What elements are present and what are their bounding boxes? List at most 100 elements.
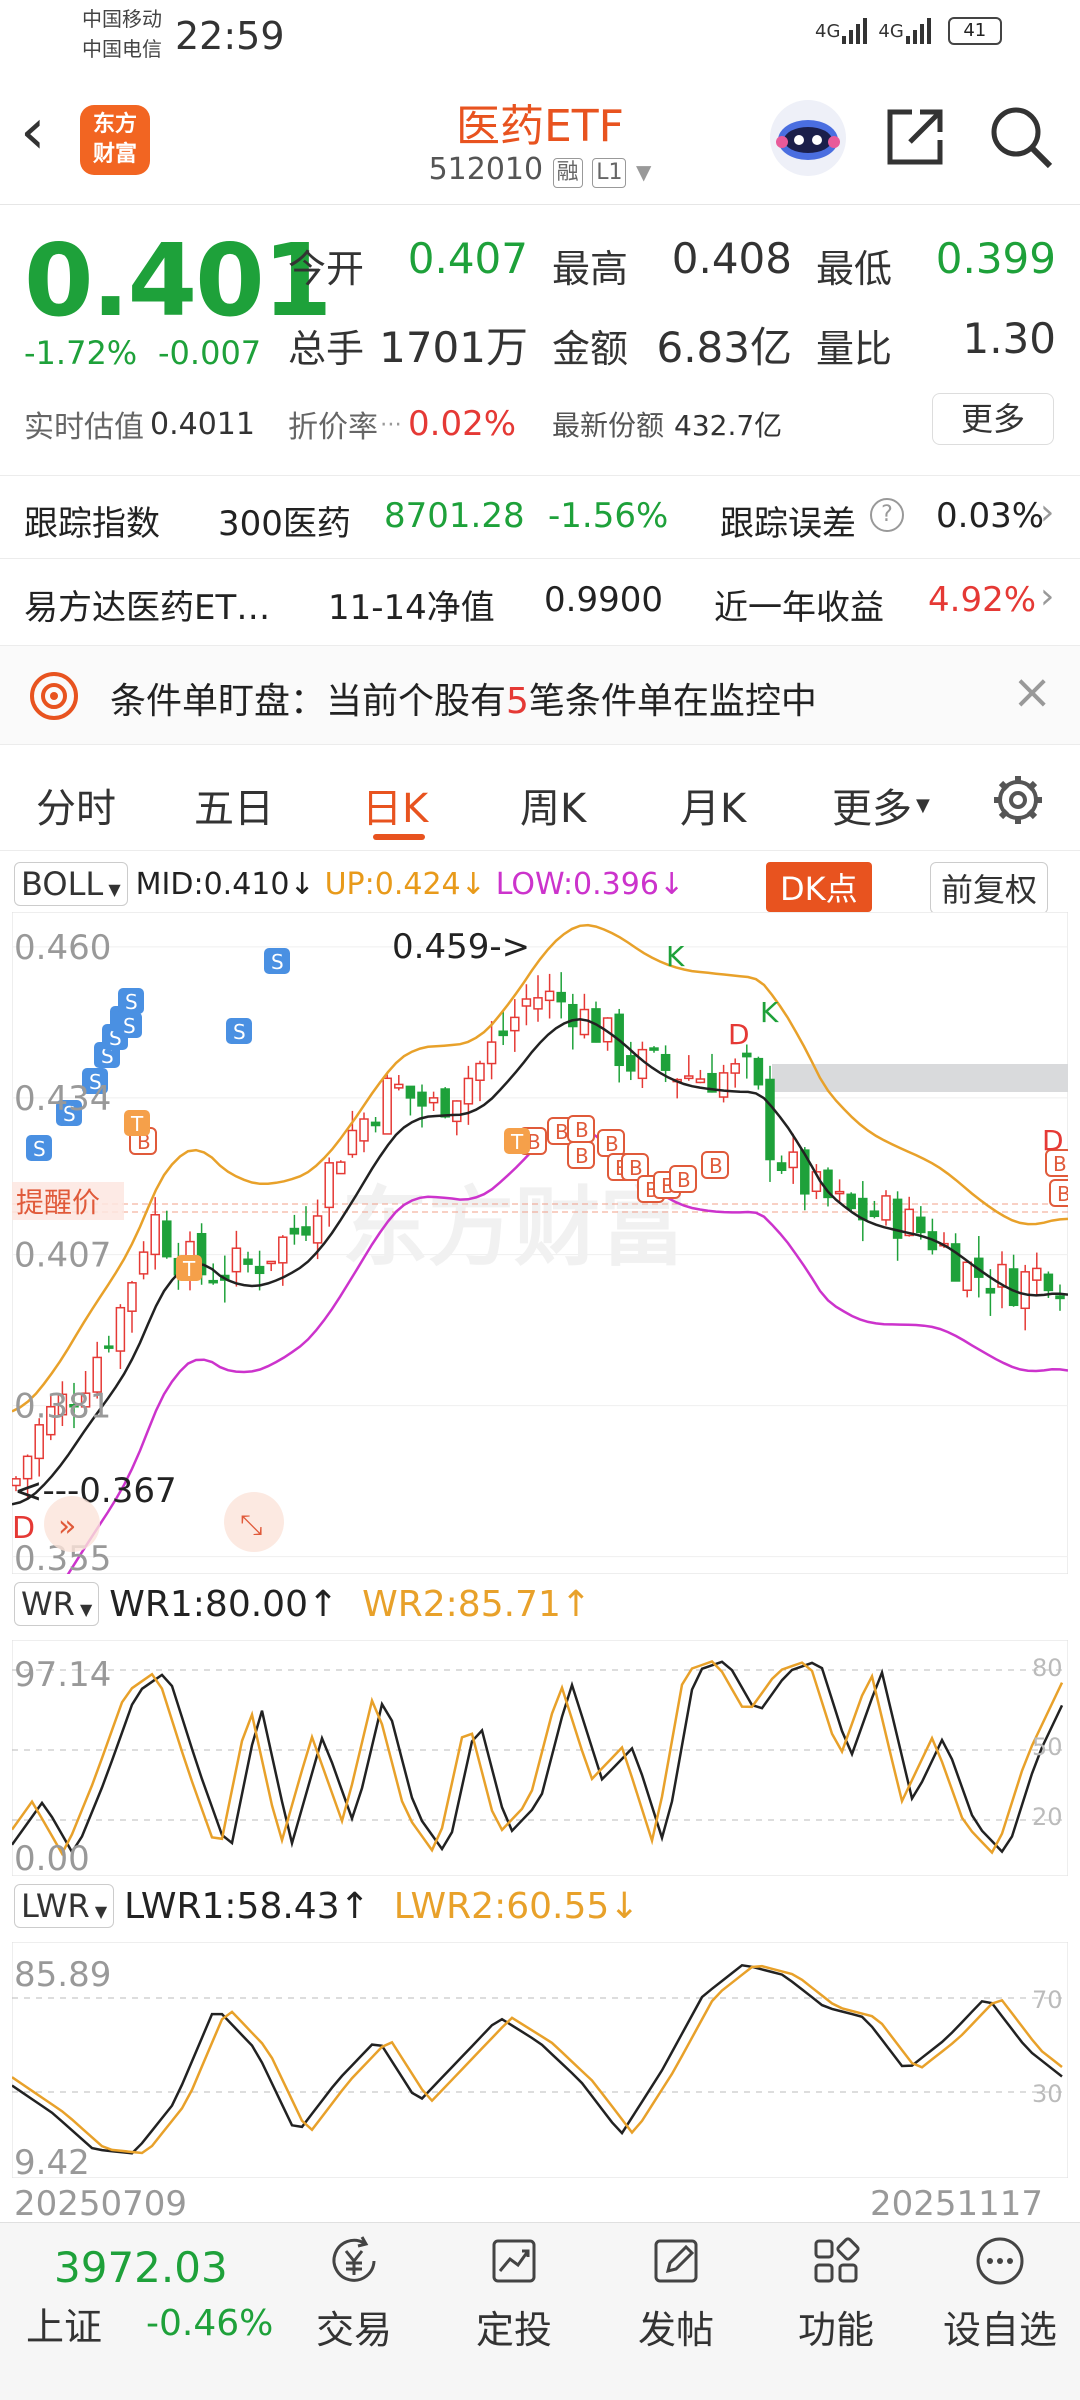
y-axis-label: 0.434 — [14, 1079, 111, 1119]
open-label: 今开 — [288, 247, 365, 291]
adjust-button[interactable]: 前复权 — [930, 862, 1049, 914]
candle-body — [243, 1258, 253, 1265]
take-profit-label: T — [510, 1130, 524, 1154]
date-end: 20251117 — [870, 2184, 1044, 2224]
chevron-right-icon: › — [1040, 576, 1055, 617]
return-label: 近一年收益 — [714, 588, 884, 628]
buy-signal-label: B — [555, 1120, 569, 1144]
network-1: 4G — [815, 20, 841, 42]
lwr-selector[interactable]: LWR ▼ — [14, 1884, 115, 1928]
candle-body — [104, 1345, 114, 1349]
tracking-row[interactable]: 跟踪指数 300医药 8701.28 -1.56% 跟踪误差 ? 0.03% › — [0, 476, 1080, 558]
discount-row[interactable]: 折价率 ⋯ 0.02% — [288, 402, 516, 446]
boll-mid: MID:0.410 — [135, 866, 290, 902]
sell-signal-label: S — [271, 950, 284, 974]
candle-body — [544, 990, 555, 1002]
grid-icon — [814, 2237, 860, 2283]
nav-watchlist-label: 设自选 — [942, 2308, 1057, 2352]
condition-order-banner[interactable]: 条件单盯盘：当前个股有5笔条件单在监控中 × — [0, 645, 1080, 745]
more-dots-icon — [976, 2237, 1024, 2285]
kline-chart[interactable]: 东方财富 SSSSSSSSSSBBBBBBBBBBBBBBTTTKKDD 0.4… — [12, 912, 1068, 1574]
tab-daily-k[interactable]: 日K — [362, 776, 428, 834]
discount-value: 0.02% — [408, 404, 517, 444]
date-start: 20250709 — [14, 2184, 188, 2224]
help-icon[interactable]: ? — [870, 498, 904, 532]
wr-selector[interactable]: WR ▼ — [14, 1582, 100, 1626]
signal-indicators: 4G 4G 41 — [815, 16, 1002, 46]
candle-body — [417, 1091, 427, 1107]
carrier-1: 中国移动 — [82, 7, 162, 31]
share-button[interactable] — [882, 104, 948, 174]
signal-letter: D — [728, 1018, 750, 1051]
candle-body — [834, 1190, 845, 1195]
open-value: 0.407 — [407, 234, 528, 283]
sell-signal-label: S — [33, 1137, 46, 1161]
nav-trade[interactable]: 交易 — [294, 2233, 414, 2354]
buy-signal-label: B — [575, 1144, 589, 1168]
candle-body — [660, 1053, 671, 1071]
index-ticker[interactable]: 3972.03 上证 -0.46% — [26, 2243, 273, 2351]
tab-monthly-k[interactable]: 月K — [680, 776, 746, 834]
ratio-value: 1.30 — [962, 314, 1056, 363]
candle-body — [1055, 1295, 1065, 1300]
up-arrow-icon: ↑ — [560, 1583, 592, 1625]
search-button[interactable] — [988, 104, 1054, 174]
buy-signal-label: B — [575, 1118, 589, 1142]
lwr-chart[interactable]: 85.89 9.42 70 30 — [12, 1942, 1068, 2178]
lwr-ref-30: 30 — [1032, 2080, 1063, 2108]
signal-icon — [905, 18, 931, 44]
carrier-2: 中国电信 — [82, 37, 162, 61]
dk-point-button[interactable]: DK点 — [766, 862, 872, 912]
boll-selector[interactable]: BOLL ▼ — [14, 862, 128, 906]
lwr1-value: LWR1:58.43 — [124, 1885, 340, 1927]
high-label: 最高 — [552, 247, 629, 291]
edit-icon — [654, 2239, 698, 2283]
buy-signal-label: B — [605, 1132, 619, 1156]
lwr-legend: LWR ▼ LWR1:58.43 ↑ LWR2:60.55 ↓ — [14, 1884, 639, 1928]
close-icon[interactable]: × — [1012, 664, 1052, 720]
candle-body — [521, 998, 532, 1007]
candle-body — [440, 1088, 450, 1118]
assistant-avatar[interactable] — [770, 100, 846, 176]
nav-trade-label: 交易 — [315, 2308, 392, 2352]
tab-more[interactable]: 更多 ▼ — [832, 776, 930, 834]
down-arrow-icon: ↓ — [658, 866, 685, 902]
nav-functions[interactable]: 功能 — [776, 2233, 896, 2354]
dropdown-icon: ▼ — [103, 880, 121, 899]
wr-chart[interactable]: 97.14 0.00 80 50 20 — [12, 1640, 1068, 1876]
candle-body — [475, 1062, 485, 1081]
down-arrow-icon: ↓ — [609, 1885, 640, 1927]
candle-body — [150, 1214, 160, 1256]
candle-body — [579, 1008, 590, 1036]
tracking-error-label: 跟踪误差 — [720, 504, 856, 544]
candle-body — [626, 1055, 636, 1072]
nav-invest-plan[interactable]: 定投 — [454, 2233, 574, 2354]
candle-body — [1032, 1267, 1042, 1281]
fund-name: 易方达医药ET… — [24, 588, 271, 628]
tab-intraday[interactable]: 分时 — [36, 776, 116, 834]
tab-weekly-k[interactable]: 周K — [520, 776, 586, 834]
wr-ref-50: 50 — [1032, 1733, 1063, 1761]
take-profit-label: T — [182, 1257, 196, 1281]
nav-watchlist[interactable]: 设自选 — [940, 2233, 1060, 2354]
alert-price-label: 提醒价 — [16, 1186, 100, 1219]
settings-icon[interactable] — [990, 772, 1046, 828]
signal-letter: K — [666, 940, 685, 973]
level-tag: L1 — [592, 158, 627, 188]
candle-body — [684, 1075, 694, 1080]
candle-body — [382, 1077, 392, 1135]
return-value: 4.92% — [928, 580, 1037, 620]
candle-body — [1043, 1273, 1054, 1292]
candle-body — [324, 1162, 334, 1209]
fund-row[interactable]: 易方达医药ET… 11-14净值 0.9900 近一年收益 4.92% › — [0, 560, 1080, 642]
candle-body — [34, 1424, 44, 1460]
candle-body — [846, 1193, 856, 1210]
candle-body — [1008, 1268, 1019, 1307]
more-button[interactable]: 更多 — [932, 393, 1054, 445]
lwr-bottom-label: 9.42 — [14, 2143, 90, 2178]
tab-five-day[interactable]: 五日 — [194, 776, 274, 834]
change-pct: -1.72% — [24, 334, 138, 372]
nav-post[interactable]: 发帖 — [616, 2233, 736, 2354]
candle-body — [301, 1226, 311, 1236]
candle-body — [776, 1162, 787, 1171]
